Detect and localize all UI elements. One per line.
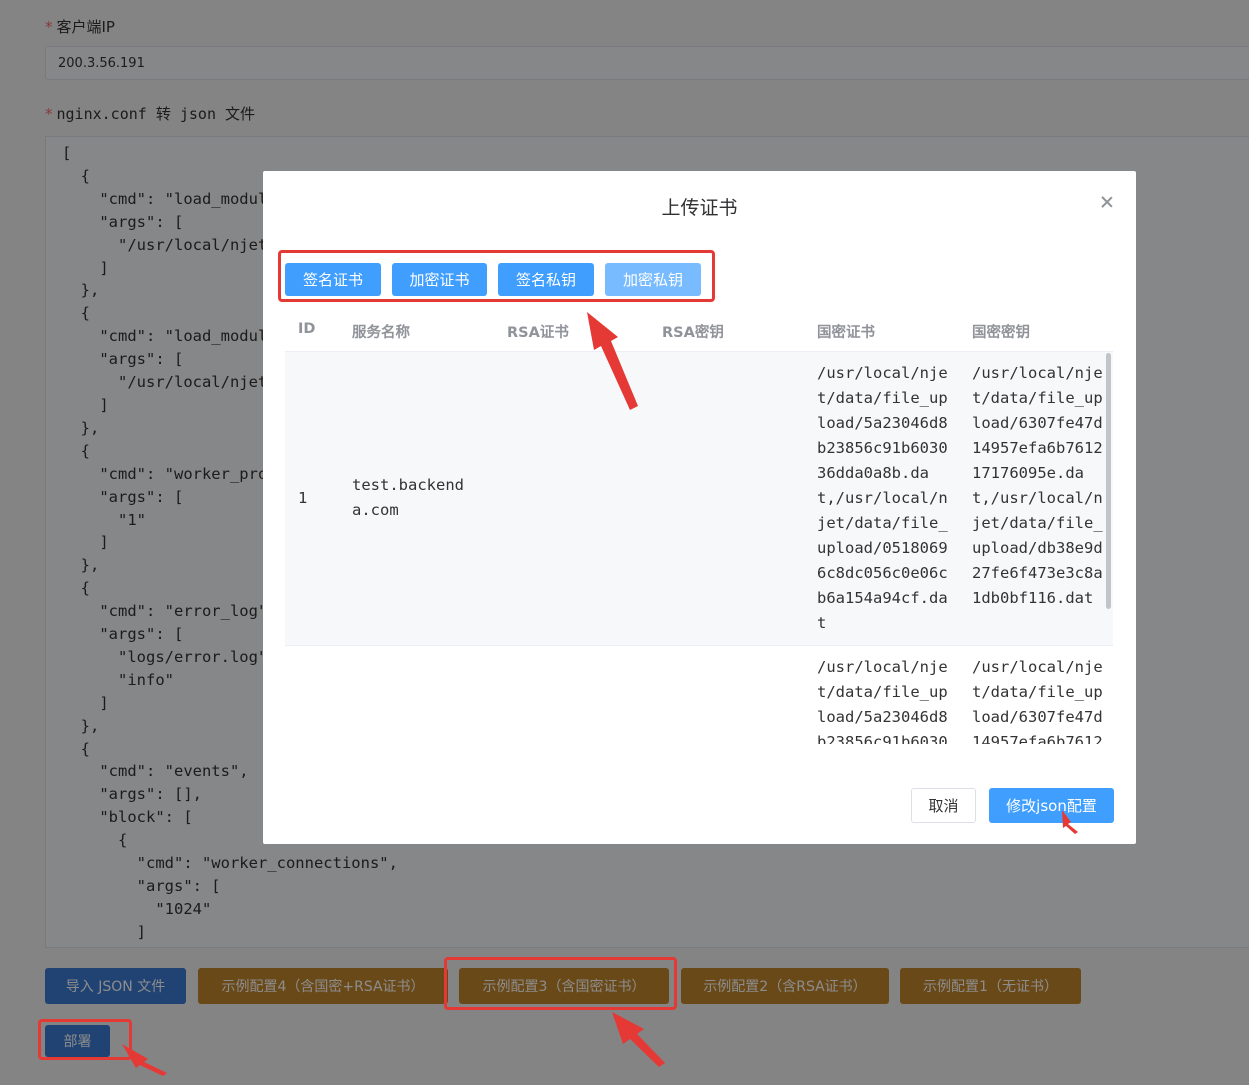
- annotation-arrow-tabs: [587, 312, 638, 410]
- annotation-arrows: [122, 312, 1078, 1076]
- annotation-arrow-deploy: [122, 1044, 167, 1076]
- annotation-arrow-confirm: [1062, 810, 1078, 834]
- annotation-arrow-example3: [612, 1012, 665, 1067]
